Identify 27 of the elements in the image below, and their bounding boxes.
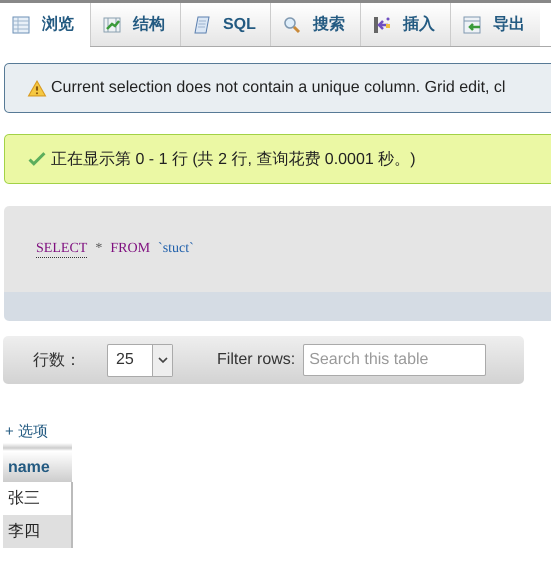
options-link[interactable]: + 选项 bbox=[5, 422, 48, 441]
caret-icon bbox=[158, 356, 168, 364]
tab[interactable]: SQL bbox=[180, 3, 270, 46]
tab[interactable]: 插入 bbox=[360, 3, 450, 46]
sql-token: `stuct` bbox=[158, 241, 194, 257]
rows-select[interactable]: 25 bbox=[107, 344, 173, 376]
sql-token: FROM bbox=[110, 241, 150, 257]
rows-label: 行数： bbox=[33, 350, 81, 370]
scroll-icon bbox=[193, 16, 211, 34]
warning-icon bbox=[27, 80, 47, 96]
filter-label: Filter rows: bbox=[217, 351, 296, 369]
column-header[interactable]: name bbox=[3, 443, 72, 482]
search-icon bbox=[283, 16, 301, 34]
sql-token: * bbox=[95, 241, 102, 257]
search-field[interactable]: Search this table bbox=[303, 344, 486, 376]
structure-icon bbox=[103, 16, 121, 34]
tab[interactable]: 搜索 bbox=[270, 3, 360, 46]
notice-text: 正在显示第 0 - 1 行 (共 2 行, 查询花费 0.0001 秒。) bbox=[51, 150, 416, 170]
tab[interactable]: 导出 bbox=[450, 3, 540, 46]
check-icon bbox=[27, 150, 47, 168]
tab[interactable]: 结构 bbox=[90, 3, 180, 46]
sql-keyword-link[interactable]: SELECT bbox=[36, 240, 88, 258]
insert-icon bbox=[373, 16, 391, 34]
table-cell: 李四 bbox=[3, 515, 72, 548]
notice-text: Current selection does not contain a unique column. Grid edit, cl bbox=[51, 79, 506, 97]
export-icon bbox=[463, 16, 481, 34]
table-icon bbox=[12, 16, 30, 34]
